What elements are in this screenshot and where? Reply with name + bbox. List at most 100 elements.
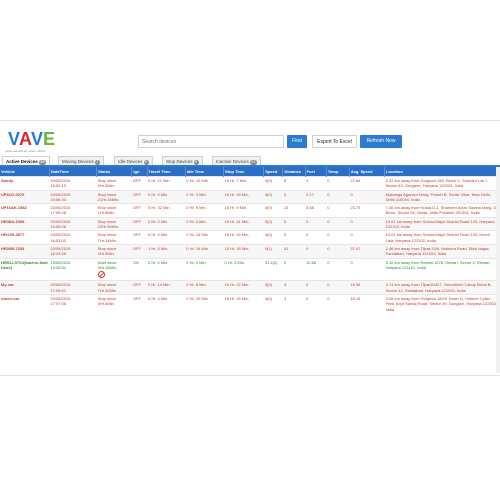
table-row[interactable]: My-car 20/05/2015 17:09:41 Stop since 7Hr.32… [0,280,500,295]
cell-location: 10.01 km away from Sohna,Major District … [384,216,500,231]
cell-status: Stop since 0Hr.0Min. [96,176,132,191]
export-excel-button[interactable]: Export To Excel [312,135,357,148]
cell-distance: 4 [282,280,306,295]
cell-ign: OFF [131,176,147,191]
tab-count-badge: 22 [249,160,257,165]
cell-vehicle[interactable]: Sandy- [0,176,50,191]
cell-datetime: 20/05/2015 16:43:58 [49,243,97,259]
tab-label: Moving Devices [62,159,94,164]
cell-stop: 15 Hr. 18 Min. [223,243,264,259]
column-header[interactable]: Distance [282,167,306,177]
cell-distance: 8 [282,176,306,191]
tab-label: Idle Devices [118,159,143,164]
cell-status: Stop since 22Hr.50Min. [96,216,132,231]
refresh-button[interactable]: Refresh Now [360,135,402,148]
tab-idle-devices[interactable]: Idle Devices 0 [114,156,153,165]
table-row[interactable]: UP81G-0075 20/05/2015 16:56:33 Stop since 21… [0,189,500,204]
column-header[interactable]: Fuel [305,167,327,177]
cell-temp: 0 [326,280,350,295]
column-header[interactable]: Speed [263,167,284,177]
cell-vehicle[interactable]: HR51J-9704(Sachin-Swit Dzire) [0,257,50,281]
column-header[interactable]: Ign [131,167,148,177]
svg-text:E: E [43,129,55,149]
cell-location: 3.06 km away from Gurgaon,18/19 Tower D,… [384,294,500,313]
column-header[interactable]: Vehicle [0,167,50,177]
cell-datetime: 20/05/2015 17:07:06 [49,294,97,313]
cell-distance: 3 [282,294,306,313]
devices-table: Vehicle DateTime Status Ign Travel Time Idle … [0,167,500,313]
cell-status: Stop since 21Hr.34Min. [96,189,132,204]
cell-distance: 13 [282,203,306,218]
table-row[interactable]: HR38A-1598 20/05/2015 16:55:08 Stop since 22… [0,216,500,231]
cell-travel: 0 Hr. 0 Min. [147,257,186,281]
cell-vehicle[interactable]: UP81G-0075 [0,189,50,204]
column-header[interactable]: Temp. [326,167,350,177]
cell-vehicle[interactable]: UP16AE-1582 [0,203,50,218]
cell-vehicle[interactable]: HR47B-3877 [0,230,50,245]
cell-fuel: 0 [305,230,327,245]
cell-idle: 0 Hr. 22 Min. [185,294,224,313]
cell-stop: 16 Hr. 22 Min. [223,280,264,295]
table-row[interactable]: naren-car 20/05/2015 17:07:06 Stop since 4Hr… [0,294,500,313]
cell-fuel: 0 [305,176,327,191]
column-header[interactable]: Travel Time [147,167,186,177]
cell-location: 10.01 km away from Sohna,Major District … [384,230,500,245]
cell-status: Stop since 7Hr.34Min. [96,230,132,245]
tab-label: Active Devices [6,159,38,164]
cell-vehicle[interactable]: My-car [0,280,50,295]
table-row[interactable]: HR26B-7253 20/05/2015 16:43:58 Stop since 2H… [0,243,500,259]
table-row[interactable]: UP16AE-1582 20/05/2015 17:05:08 Stop since 1… [0,203,500,218]
column-header[interactable]: Location [384,167,500,177]
tab-active-devices[interactable]: Active Devices 39 [2,156,51,165]
cell-distance: 0 [282,257,306,281]
cell-speed: 0(0) [263,280,283,295]
cell-location: 5.10 km away from Rewari,1578, Rewari, S… [384,257,500,281]
cell-vehicle[interactable]: HR26B-7253 [0,243,50,259]
find-button[interactable]: Find [287,135,307,148]
cell-fuel: 0 [305,294,327,313]
table-row[interactable]: HR51J-9704(Sachin-Swit Dzire) 19/05/2015 1… [0,257,500,281]
cell-stop: 16 Hr. 9 Min. [223,203,264,218]
cell-status: Stop since 7Hr.32Min. [96,280,132,295]
column-header[interactable]: Idle Time [185,167,225,177]
cell-vehicle[interactable]: naren-car [0,294,50,313]
tab-count-badge: 0 [143,160,149,165]
cell-location: 7.26 km away from Noida,D-1, Shaheed Arj… [384,203,500,218]
search-input[interactable] [138,135,284,148]
cell-stop: 16 Hr. 41 Min. [223,216,264,231]
cell-avg: 0 [349,189,385,204]
cell-ign: OFF [131,230,147,245]
table-row[interactable]: HR47B-3877 20/05/2015 16:53:03 Stop since 7H… [0,230,500,245]
tab-inactive-devices[interactable]: Inactive Devices 22 [212,156,261,165]
cell-travel: 0 Hr. 21 Min. [147,176,186,191]
cell-fuel: 10.66 [305,257,327,281]
column-header[interactable]: Avg. Speed [349,167,386,177]
column-header[interactable]: Stop Time [223,167,265,177]
cell-temp: 0 [326,176,350,191]
column-header[interactable]: Status [96,167,133,177]
column-header[interactable]: DateTime [49,167,98,177]
cell-travel: 0 Hr. 32 Min. [147,203,186,218]
cell-fuel: 0 [305,280,327,295]
cell-distance: 0 [282,230,306,245]
cell-datetime: 20/05/2015 16:53:03 [49,230,97,245]
cell-status: Stop since 1Hr.8Min. [96,203,132,218]
cell-ign: OFF [131,203,147,218]
cell-travel: 0 Hr. 14 Min. [147,280,186,295]
cell-stop: 16 Hr. 7 Min. [223,176,264,191]
cell-speed: 0(0) [263,189,283,204]
tab-label: Stop Devices [166,159,193,164]
tab-moving-devices[interactable]: Moving Devices 1 [58,156,104,165]
cell-avg: 0 [349,257,385,281]
cell-vehicle[interactable]: HR38A-1598 [0,216,50,231]
vertical-scrollbar[interactable] [496,167,500,373]
cell-fuel: 0.17 [305,189,327,204]
table-row[interactable]: Sandy- 20/05/2015 16:59:13 Stop since 0Hr.0M… [0,176,500,191]
cell-fuel: 0 [305,216,327,231]
cell-speed: 0(0) [263,230,283,245]
cell-location: 2.46 km away from Tilpat,13/6, Mathura R… [384,243,500,259]
cell-status: Stop since 4Hr.4Min. [96,294,132,313]
cell-stop: 16 Hr. 33 Min. [223,189,264,204]
cell-idle: 0 Hr. 8 Min. [185,280,224,295]
tab-stop-devices[interactable]: Stop Devices 0 [162,156,203,165]
